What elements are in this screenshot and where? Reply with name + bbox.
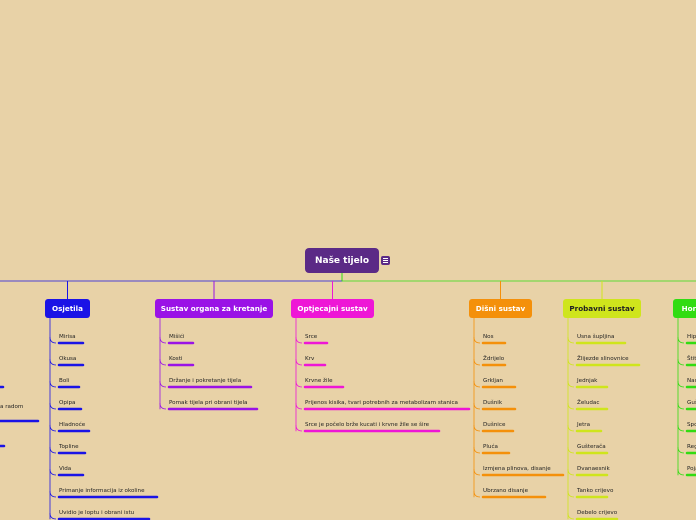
branch-label: Dišni sustav bbox=[475, 304, 526, 313]
leaf-topic[interactable]: Primanje informacija iz okoline bbox=[59, 488, 145, 495]
leaf-topic[interactable]: Gušterača bbox=[687, 400, 696, 407]
leaf-topic[interactable]: Spolne žlijezde bbox=[687, 422, 696, 429]
leaf-topic[interactable]: Hladnoće bbox=[59, 422, 85, 429]
leaf-topic[interactable]: Nos bbox=[483, 334, 494, 341]
leaf-topic[interactable]: Srce bbox=[305, 334, 317, 341]
branch-2[interactable]: Optjecajni sustav bbox=[291, 299, 374, 318]
offscreen-leaf-fragment[interactable]: a radom bbox=[0, 404, 23, 411]
branch-4[interactable]: Probavni sustav bbox=[563, 299, 641, 318]
mind-map-canvas: Naše tijelo a radom Osjetila Mirisa Okusa B… bbox=[0, 0, 696, 520]
leaf-topic[interactable]: Usna šupljina bbox=[577, 334, 614, 341]
branch-5[interactable]: Hormonski sustav bbox=[673, 299, 696, 318]
leaf-topic[interactable]: Mišići bbox=[169, 334, 184, 341]
branch-label: Hormonski sustav bbox=[681, 304, 696, 313]
leaf-topic[interactable]: Želudac bbox=[577, 400, 599, 407]
branch-3[interactable]: Dišni sustav bbox=[469, 299, 532, 318]
branch-label: Sustav organa za kretanje bbox=[160, 304, 268, 313]
leaf-topic[interactable]: Nadbubrežne žlijezde bbox=[687, 378, 696, 385]
leaf-topic[interactable]: Srce je počelo brže kucati i krvne žile … bbox=[305, 422, 429, 429]
branch-1[interactable]: Sustav organa za kretanje bbox=[155, 299, 273, 318]
leaf-topic[interactable]: Štitnjača bbox=[687, 356, 696, 363]
leaf-topic[interactable]: Debelo crijevo bbox=[577, 510, 617, 517]
leaf-topic[interactable]: Topline bbox=[59, 444, 79, 451]
leaf-topic[interactable]: Grkljan bbox=[483, 378, 503, 385]
leaf-topic[interactable]: Pojačano lučenje bbox=[687, 466, 696, 473]
leaf-topic[interactable]: Okusa bbox=[59, 356, 76, 363]
leaf-topic[interactable]: Držanje i pokretanje tijela bbox=[169, 378, 241, 385]
leaf-topic[interactable]: Jetra bbox=[577, 422, 590, 429]
leaf-topic[interactable]: Dušnik bbox=[483, 400, 502, 407]
leaf-topic[interactable]: Dvanaesnik bbox=[577, 466, 610, 473]
leaf-topic[interactable]: Jednjak bbox=[577, 378, 597, 385]
leaf-topic[interactable]: Pluća bbox=[483, 444, 498, 451]
branch-label: Optjecajni sustav bbox=[297, 304, 368, 313]
leaf-topic[interactable]: Mirisa bbox=[59, 334, 76, 341]
leaf-topic[interactable]: Izmjena plinova, disanje bbox=[483, 466, 551, 473]
leaf-topic[interactable]: Hipofiza bbox=[687, 334, 696, 341]
leaf-topic[interactable]: Krv bbox=[305, 356, 314, 363]
leaf-topic[interactable]: Uvidio je loptu i obrani istu bbox=[59, 510, 134, 517]
branch-label: Osjetila bbox=[52, 304, 83, 313]
leaf-topic[interactable]: Žlijezde slinovnice bbox=[577, 356, 629, 363]
leaf-topic[interactable]: Ubrzano disanje bbox=[483, 488, 528, 495]
leaf-topic[interactable]: Kosti bbox=[169, 356, 182, 363]
leaf-topic[interactable]: Boli bbox=[59, 378, 69, 385]
branch-label: Probavni sustav bbox=[569, 304, 635, 313]
leaf-topic[interactable]: Vida bbox=[59, 466, 71, 473]
note-icon[interactable] bbox=[381, 256, 390, 265]
central-topic-label: Naše tijelo bbox=[314, 255, 370, 266]
leaf-topic[interactable]: Opipa bbox=[59, 400, 76, 407]
leaf-topic[interactable]: Gušterača bbox=[577, 444, 606, 451]
leaf-topic[interactable]: Regulacija bbox=[687, 444, 696, 451]
leaf-topic[interactable]: Krvne žile bbox=[305, 378, 333, 385]
leaf-topic[interactable]: Dušnice bbox=[483, 422, 505, 429]
leaf-topic[interactable]: Pomak tijela pri obrani tijela bbox=[169, 400, 247, 407]
branch-0[interactable]: Osjetila bbox=[45, 299, 90, 318]
central-topic[interactable]: Naše tijelo bbox=[305, 248, 379, 273]
leaf-topic[interactable]: Prijenos kisika, tvari potrebnih za meta… bbox=[305, 400, 458, 407]
leaf-topic[interactable]: Ždrijelo bbox=[483, 356, 504, 363]
leaf-topic[interactable]: Tanko crijevo bbox=[577, 488, 613, 495]
